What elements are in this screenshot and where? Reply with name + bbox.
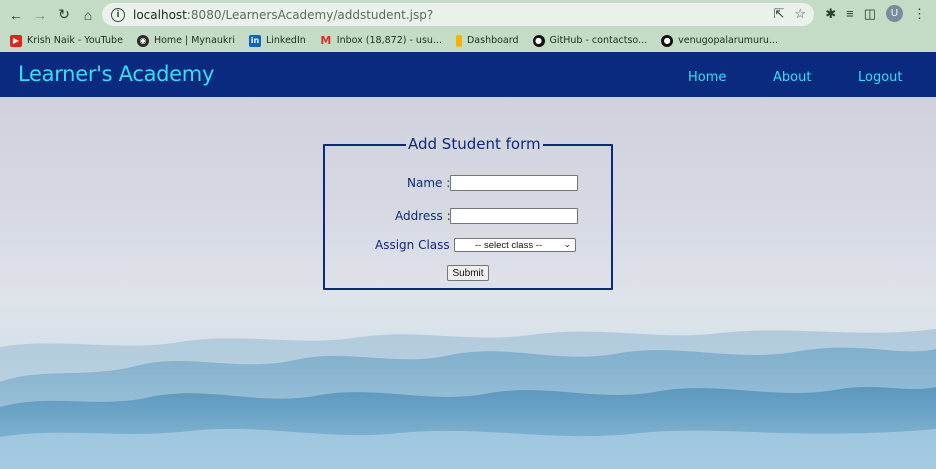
forward-icon[interactable]: →	[28, 3, 52, 27]
reload-icon[interactable]: ↻	[52, 3, 76, 27]
bookmark-item[interactable]: ▶ Krish Naik - YouTube	[10, 34, 123, 47]
profile-avatar[interactable]: U	[886, 5, 903, 22]
name-input[interactable]	[450, 175, 578, 191]
bookmark-item[interactable]: M Inbox (18,872) - usu...	[320, 34, 442, 47]
globe-icon: ◉	[136, 34, 149, 47]
github-icon: ●	[532, 34, 545, 47]
gmail-icon: M	[320, 34, 332, 47]
submit-button[interactable]: Submit	[447, 265, 489, 281]
bookmark-item[interactable]: ● GitHub - contactso...	[532, 34, 647, 47]
address-input[interactable]	[450, 208, 578, 224]
url-text: localhost:8080/LearnersAcademy/addstuden…	[133, 7, 434, 22]
bookmarks-bar: ▶ Krish Naik - YouTube ◉ Home | Mynaukri i…	[0, 29, 936, 52]
name-label: Name :	[407, 176, 451, 190]
nav-logout-link[interactable]: Logout	[858, 70, 903, 85]
youtube-icon: ▶	[10, 34, 22, 47]
brand-title: Learner's Academy	[18, 62, 215, 86]
address-label: Address :	[395, 209, 451, 223]
side-panel-icon[interactable]: ◫	[864, 6, 876, 22]
nav-about-link[interactable]: About	[773, 70, 811, 85]
linkedin-icon: in	[248, 34, 261, 47]
address-bar[interactable]: i localhost:8080/LearnersAcademy/addstud…	[102, 3, 814, 26]
share-icon[interactable]: ⇱	[773, 6, 784, 22]
assign-class-label: Assign Class :	[375, 238, 458, 252]
bookmark-item[interactable]: ◉ Home | Mynaukri	[136, 34, 235, 47]
bookmark-item[interactable]: Dashboard	[455, 34, 519, 47]
app-header: Learner's Academy Home About Logout	[0, 52, 936, 97]
more-menu-icon[interactable]: ⋮	[913, 6, 926, 22]
bookmark-item[interactable]: in LinkedIn	[248, 34, 306, 47]
class-select[interactable]: -- select class -- ⌄	[454, 238, 576, 252]
form-legend: Add Student form	[406, 135, 543, 153]
back-icon[interactable]: ←	[4, 3, 28, 27]
reading-list-icon[interactable]: ≡	[846, 6, 854, 21]
extensions-icon[interactable]: ✱	[825, 6, 836, 22]
bookmark-item[interactable]: ● venugopalarumuru...	[661, 34, 778, 47]
site-info-icon[interactable]: i	[111, 7, 125, 22]
home-icon[interactable]: ⌂	[76, 3, 100, 27]
star-icon[interactable]: ☆	[794, 6, 806, 22]
dashboard-icon	[455, 34, 462, 47]
browser-toolbar: ← → ↻ ⌂ i localhost:8080/LearnersAcademy…	[0, 0, 936, 29]
nav-home-link[interactable]: Home	[688, 70, 726, 85]
github-icon: ●	[661, 34, 674, 47]
chevron-down-icon: ⌄	[563, 239, 571, 249]
